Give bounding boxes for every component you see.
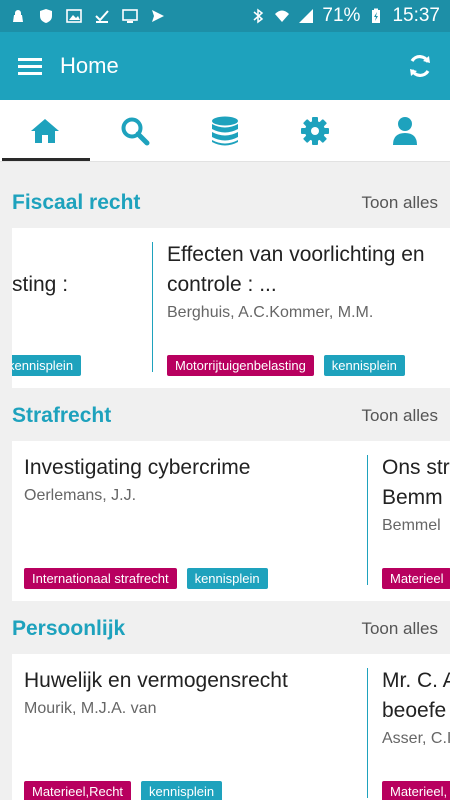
section-header: Strafrecht Toon alles — [0, 391, 450, 441]
app-bar: Home — [0, 32, 450, 100]
card-tags: Materieel, — [382, 781, 450, 800]
show-all-link[interactable]: Toon alles — [361, 619, 438, 639]
card-title-line: Bemm — [382, 486, 443, 509]
card-title-line: Effecten van voorlichting en — [167, 243, 425, 266]
clock: 15:37 — [392, 5, 440, 26]
section-persoonlijk: Persoonlijk Toon alles Huwelijk en vermo… — [0, 604, 450, 800]
user-icon — [393, 116, 417, 145]
signal-icon — [299, 9, 314, 23]
tag[interactable]: kennisplein — [186, 568, 268, 589]
card-authors: Oerlemans, J.J. — [24, 487, 137, 504]
card-title-line: Ons str — [382, 456, 450, 479]
shield-icon — [40, 9, 52, 23]
system-status: 71% 15:37 — [250, 5, 440, 27]
publication-card[interactable]: Mr. C. A beoefe Asser, C.I Materieel, — [370, 654, 450, 800]
card-tags: kennisplein — [12, 355, 82, 376]
tag[interactable]: kennisplein — [323, 355, 405, 376]
screen-icon — [122, 9, 138, 23]
card-divider — [367, 455, 368, 585]
tag[interactable]: Motorrijtuigenbelasting — [167, 355, 314, 376]
tab-bar — [0, 100, 450, 162]
card-carousel[interactable]: Huwelijk en vermogensrecht Mourik, M.J.A… — [12, 654, 450, 800]
database-icon — [212, 116, 238, 145]
section-header: Fiscaal recht Toon alles — [0, 178, 450, 228]
card-tags: Materieel,Recht kennisplein — [24, 781, 223, 800]
card-authors: Berghuis, A.C.Kommer, M.M. — [167, 304, 374, 321]
publication-card[interactable]: Ons str Bemm Bemmel Materieel — [370, 441, 450, 601]
refresh-icon — [410, 55, 430, 77]
card-title-line: beoefe — [382, 699, 447, 722]
card-authors: Bemmel — [382, 517, 441, 534]
section-header: Persoonlijk Toon alles — [0, 604, 450, 654]
tag[interactable]: Materieel, — [382, 781, 450, 800]
card-tags: Motorrijtuigenbelasting kennisplein — [167, 355, 405, 376]
tab-database[interactable] — [180, 100, 270, 161]
download-done-icon — [95, 10, 109, 23]
card-title: Huwelijk en vermogensrecht — [24, 669, 288, 692]
image-icon — [66, 9, 82, 23]
tag[interactable]: Internationaal strafrecht — [24, 568, 177, 589]
tag[interactable]: kennisplein — [12, 355, 82, 376]
status-bar: 71% 15:37 — [0, 0, 450, 32]
refresh-button[interactable] — [390, 32, 450, 100]
search-icon — [121, 117, 150, 145]
publication-card[interactable]: Effecten van voorlichting en controle : … — [155, 228, 450, 388]
gear-icon — [301, 116, 329, 145]
card-carousel[interactable]: sting : kennisplein Effecten van voorlic… — [12, 228, 450, 388]
card-title: sting : — [12, 273, 69, 296]
section-fiscaal-recht: Fiscaal recht Toon alles sting : kennisp… — [0, 178, 450, 388]
section-title: Persoonlijk — [12, 617, 126, 640]
publication-card[interactable]: Investigating cybercrime Oerlemans, J.J.… — [12, 441, 367, 601]
hamburger-icon — [18, 58, 42, 75]
bluetooth-icon — [253, 8, 264, 24]
tab-search[interactable] — [90, 100, 180, 161]
section-strafrecht: Strafrecht Toon alles Investigating cybe… — [0, 391, 450, 601]
tag[interactable]: Materieel,Recht — [24, 781, 132, 800]
tab-profile[interactable] — [360, 100, 450, 161]
show-all-link[interactable]: Toon alles — [361, 193, 438, 213]
card-tags: Internationaal strafrecht kennisplein — [24, 568, 268, 589]
tower-icon — [13, 10, 23, 22]
show-all-link[interactable]: Toon alles — [361, 406, 438, 426]
section-title: Strafrecht — [12, 404, 112, 427]
home-content: Fiscaal recht Toon alles sting : kennisp… — [0, 162, 450, 800]
menu-button[interactable] — [0, 32, 60, 100]
tag[interactable]: Materieel — [382, 568, 450, 589]
card-title: Investigating cybercrime — [24, 456, 251, 479]
card-tags: Materieel — [382, 568, 450, 589]
tab-home[interactable] — [0, 100, 90, 161]
wifi-icon — [275, 10, 290, 22]
publication-card[interactable]: sting : kennisplein — [12, 228, 152, 388]
card-authors: Asser, C.I — [382, 730, 450, 747]
tab-settings[interactable] — [270, 100, 360, 161]
publication-card[interactable]: Huwelijk en vermogensrecht Mourik, M.J.A… — [12, 654, 367, 800]
card-authors: Mourik, M.J.A. van — [24, 700, 157, 717]
card-title-line: Mr. C. A — [382, 669, 450, 692]
card-divider — [152, 242, 153, 372]
battery-charging-icon — [372, 8, 381, 23]
send-icon — [152, 10, 164, 22]
page-title: Home — [60, 53, 119, 78]
card-carousel[interactable]: Investigating cybercrime Oerlemans, J.J.… — [12, 441, 450, 601]
card-title-line: controle : ... — [167, 273, 277, 296]
section-title: Fiscaal recht — [12, 191, 141, 214]
battery-percent: 71% — [322, 5, 361, 26]
home-icon — [31, 118, 59, 143]
card-divider — [367, 668, 368, 798]
notification-icons — [10, 8, 250, 24]
tag[interactable]: kennisplein — [141, 781, 223, 800]
